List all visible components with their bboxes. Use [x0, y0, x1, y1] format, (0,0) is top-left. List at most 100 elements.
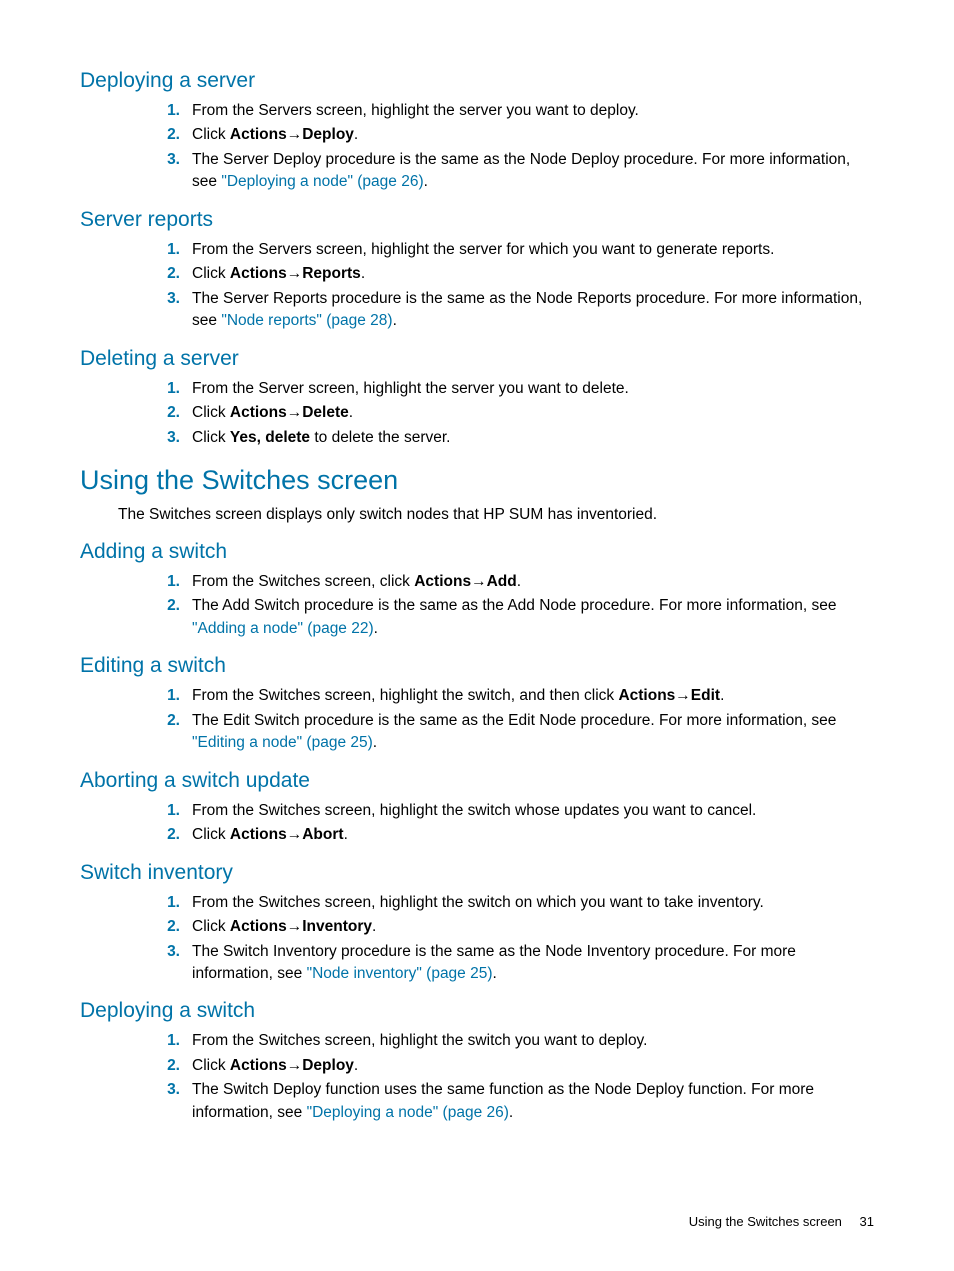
step-text: . [373, 734, 377, 751]
bold-text: Actions [230, 265, 287, 282]
arrow-icon: → [287, 1057, 303, 1074]
step-text: Click [192, 1057, 230, 1074]
bold-text: Add [487, 573, 517, 590]
bold-text: Reports [302, 265, 361, 282]
list-item: 2. Click Actions→Inventory. [150, 916, 874, 938]
steps-deploying-switch: 1. From the Switches screen, highlight th… [150, 1030, 874, 1124]
list-item: 1. From the Servers screen, highlight the… [150, 239, 874, 261]
heading-deleting-server: Deleting a server [80, 347, 874, 371]
step-text: . [424, 173, 428, 190]
list-item: 2. Click Actions→Delete. [150, 402, 874, 424]
steps-adding-switch: 1.From the Switches screen, click Action… [150, 571, 874, 640]
step-number: 1. [150, 800, 180, 822]
bold-text: Inventory [302, 918, 372, 935]
list-item: 2. The Add Switch procedure is the same a… [150, 595, 874, 640]
list-item: 1.From the Switches screen, highlight th… [150, 800, 874, 822]
list-item: 1. From the Switches screen, highlight th… [150, 1030, 874, 1052]
step-text: . [393, 312, 397, 329]
list-item: 1. From the Switches screen, highlight th… [150, 892, 874, 914]
step-text: Click [192, 265, 230, 282]
heading-switch-inventory: Switch inventory [80, 861, 874, 885]
heading-server-reports: Server reports [80, 208, 874, 232]
list-item: 2.Click Actions→Deploy. [150, 1055, 874, 1077]
steps-switch-inventory: 1. From the Switches screen, highlight th… [150, 892, 874, 986]
step-number: 3. [150, 1079, 180, 1101]
heading-using-switches-screen: Using the Switches screen [80, 465, 874, 496]
step-text: . [344, 826, 348, 843]
step-text: From the Switches screen, click [192, 573, 414, 590]
step-number: 1. [150, 239, 180, 261]
bold-text: Actions [230, 126, 287, 143]
cross-reference-link[interactable]: "Node reports" (page 28) [221, 312, 392, 329]
step-text: . [349, 404, 353, 421]
bold-text: Actions [230, 404, 287, 421]
steps-aborting-switch: 1.From the Switches screen, highlight th… [150, 800, 874, 847]
step-text: The Add Switch procedure is the same as … [192, 597, 836, 614]
cross-reference-link[interactable]: "Editing a node" (page 25) [192, 734, 373, 751]
step-number: 2. [150, 124, 180, 146]
list-item: 3.The Server Reports procedure is the sa… [150, 288, 874, 333]
step-number: 2. [150, 263, 180, 285]
cross-reference-link[interactable]: "Adding a node" (page 22) [192, 620, 374, 637]
arrow-icon: → [287, 404, 303, 421]
list-item: 1. From the Servers screen, highlight the… [150, 100, 874, 122]
step-text: . [372, 918, 376, 935]
step-text: Click [192, 404, 230, 421]
step-text: . [493, 965, 497, 982]
step-number: 1. [150, 892, 180, 914]
step-text: Click [192, 126, 230, 143]
list-item: 2. The Edit Switch procedure is the same … [150, 710, 874, 755]
step-text: From the Switches screen, highlight the … [192, 894, 764, 911]
bold-text: Delete [302, 404, 349, 421]
step-number: 2. [150, 710, 180, 732]
bold-text: Abort [302, 826, 343, 843]
step-number: 2. [150, 916, 180, 938]
list-item: 3.Click Yes, delete to delete the server… [150, 427, 874, 449]
heading-deploying-switch: Deploying a switch [80, 999, 874, 1023]
step-text: From the Servers screen, highlight the s… [192, 102, 639, 119]
step-text: Click [192, 826, 230, 843]
arrow-icon: → [287, 826, 303, 843]
step-text: From the Server screen, highlight the se… [192, 380, 629, 397]
step-number: 2. [150, 402, 180, 424]
step-number: 1. [150, 571, 180, 593]
step-text: From the Switches screen, highlight the … [192, 1032, 647, 1049]
step-number: 1. [150, 378, 180, 400]
heading-adding-switch: Adding a switch [80, 540, 874, 564]
step-text: . [354, 1057, 358, 1074]
cross-reference-link[interactable]: "Deploying a node" (page 26) [307, 1104, 509, 1121]
step-text: . [720, 687, 724, 704]
step-number: 3. [150, 288, 180, 310]
step-number: 2. [150, 595, 180, 617]
step-text: The Edit Switch procedure is the same as… [192, 712, 836, 729]
step-number: 3. [150, 941, 180, 963]
list-item: 1. From the Switches screen, highlight th… [150, 685, 874, 707]
list-item: 1. From the Server screen, highlight the … [150, 378, 874, 400]
bold-text: Deploy [302, 1057, 354, 1074]
list-item: 3.The Server Deploy procedure is the sam… [150, 149, 874, 194]
arrow-icon: → [287, 918, 303, 935]
bold-text: Actions [618, 687, 675, 704]
step-number: 3. [150, 149, 180, 171]
bold-text: Actions [230, 918, 287, 935]
step-number: 1. [150, 685, 180, 707]
step-number: 3. [150, 427, 180, 449]
step-text: From the Servers screen, highlight the s… [192, 241, 774, 258]
cross-reference-link[interactable]: "Deploying a node" (page 26) [221, 173, 423, 190]
arrow-icon: → [287, 265, 303, 282]
arrow-icon: → [471, 573, 487, 590]
step-text: Click [192, 429, 230, 446]
step-text: . [354, 126, 358, 143]
steps-editing-switch: 1. From the Switches screen, highlight th… [150, 685, 874, 754]
list-item: 2.Click Actions→Reports. [150, 263, 874, 285]
step-text: From the Switches screen, highlight the … [192, 687, 618, 704]
bold-text: Actions [230, 826, 287, 843]
step-text: Click [192, 918, 230, 935]
step-text: . [374, 620, 378, 637]
list-item: 3.The Switch Inventory procedure is the … [150, 941, 874, 986]
step-number: 2. [150, 1055, 180, 1077]
step-number: 1. [150, 100, 180, 122]
step-number: 1. [150, 1030, 180, 1052]
arrow-icon: → [675, 687, 691, 704]
cross-reference-link[interactable]: "Node inventory" (page 25) [307, 965, 493, 982]
